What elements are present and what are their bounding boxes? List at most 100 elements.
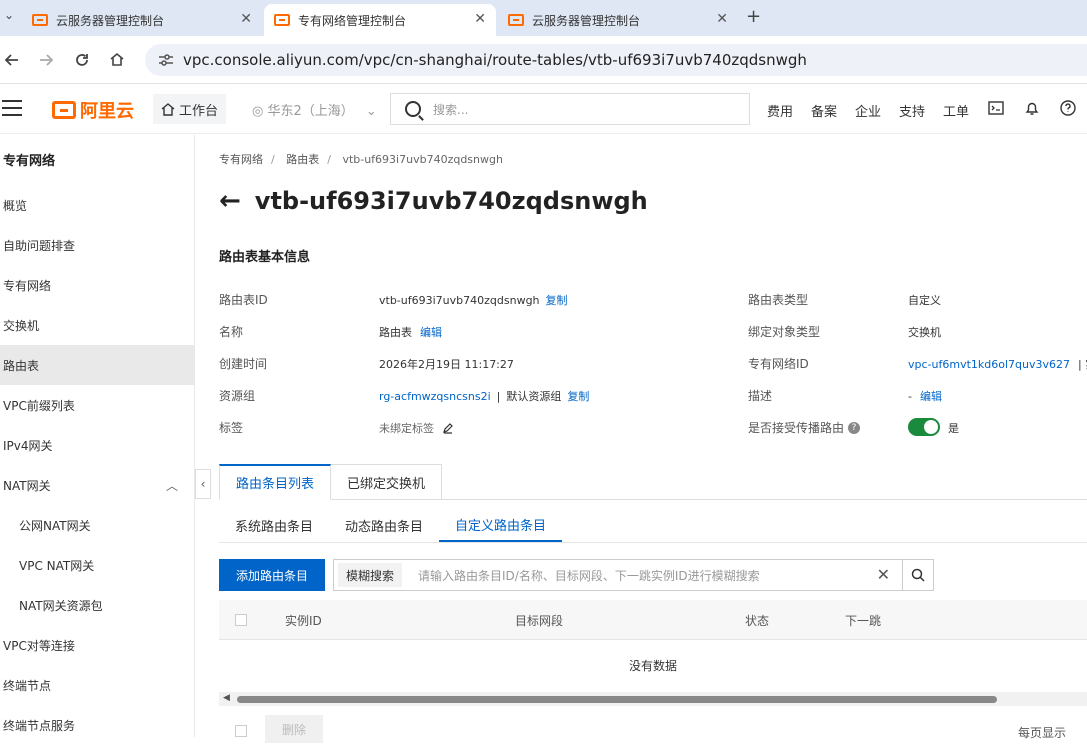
route-table-id-value: vtb-uf693i7uvb740zqdsnwgh 复制 (379, 292, 568, 308)
tags-label: 标签 (219, 421, 244, 435)
route-table-type-value: 自定义 (908, 292, 941, 308)
aliyun-logo-icon (52, 101, 76, 119)
help-icon[interactable]: ? (848, 421, 861, 434)
browser-tab-ecs-2[interactable]: 云服务器管理控制台 ✕ (498, 4, 738, 36)
description-label: 描述 (748, 389, 773, 403)
sidebar-item-route-tables[interactable]: 路由表 (0, 345, 194, 385)
tab-close-icon[interactable]: ✕ (474, 11, 486, 27)
vpc-id-link[interactable]: vpc-uf6mvt1kd6ol7quv3v627 (908, 358, 1070, 371)
nav-billing[interactable]: 费用 (767, 101, 793, 120)
sidebar-item-label: 路由表 (3, 358, 40, 373)
subtab-custom-routes[interactable]: 自定义路由条目 (439, 508, 563, 542)
created-time-text: 2026年2月19日 11:17:27 (379, 358, 514, 371)
browser-tab-vpc[interactable]: 专有网络管理控制台 ✕ (264, 4, 496, 36)
tab-route-entries[interactable]: 路由条目列表 (219, 464, 332, 500)
sidebar-item-overview[interactable]: 概览 (0, 185, 194, 225)
sidebar-item-troubleshoot[interactable]: 自助问题排查 (0, 225, 194, 265)
tab-title: 云服务器管理控制台 (56, 13, 165, 28)
add-route-entry-button[interactable]: 添加路由条目 (219, 559, 325, 591)
copy-resource-group-link[interactable]: 复制 (567, 388, 589, 404)
vpc-id-label: 专有网络ID (748, 357, 809, 371)
delete-button[interactable]: 删除 (265, 715, 323, 743)
back-arrow-icon[interactable]: ← (219, 186, 241, 216)
sidebar-item-endpoint-service[interactable]: 终端节点服务 (0, 705, 194, 745)
menu-icon[interactable] (2, 100, 22, 121)
breadcrumb: 专有网络 / 路由表 / vtb-uf693i7uvb740zqdsnwgh (219, 153, 503, 166)
subtab-dynamic-routes[interactable]: 动态路由条目 (329, 508, 439, 542)
route-search-input[interactable]: 模糊搜索 请输入路由条目ID/名称、目标网段、下一跳实例ID进行模糊搜索 ✕ (333, 559, 903, 591)
column-destination-cidr: 目标网段 (515, 614, 564, 628)
workbench-button[interactable]: 工作台 (153, 94, 227, 124)
route-table-id-label: 路由表ID (219, 293, 268, 307)
new-tab-button[interactable]: + (746, 6, 761, 27)
sidebar-item-label: 自助问题排查 (3, 238, 76, 253)
scrollbar-thumb[interactable] (237, 696, 997, 703)
nav-enterprise[interactable]: 企业 (855, 101, 881, 120)
clear-icon[interactable]: ✕ (877, 565, 890, 584)
tab-close-icon[interactable]: ✕ (716, 11, 728, 27)
browser-tab-ecs-1[interactable]: 云服务器管理控制台 ✕ (22, 4, 262, 36)
breadcrumb-route-tables[interactable]: 路由表 (286, 153, 319, 166)
sidebar-item-endpoint[interactable]: 终端节点 (0, 665, 194, 705)
nav-support[interactable]: 支持 (899, 101, 925, 120)
sidebar-item-ipv4-gateway[interactable]: IPv4网关 (0, 425, 194, 465)
address-bar-row: vpc.console.aliyun.com/vpc/cn-shanghai/r… (0, 36, 1087, 84)
sidebar-item-nat-package[interactable]: NAT网关资源包 (0, 585, 194, 625)
aliyun-logo[interactable]: 阿里云 (52, 97, 134, 123)
sidebar-item-nat-gateway[interactable]: NAT网关 ︿ (0, 465, 194, 505)
region-selector[interactable]: ◎ 华东2（上海） ⌄ (252, 100, 377, 119)
bell-icon[interactable] (1024, 100, 1040, 116)
tab-bound-vswitches[interactable]: 已绑定交换机 (331, 464, 443, 500)
resource-group-name: 默认资源组 (506, 390, 562, 403)
breadcrumb-current: vtb-uf693i7uvb740zqdsnwgh (342, 153, 503, 166)
url-bar[interactable]: vpc.console.aliyun.com/vpc/cn-shanghai/r… (145, 44, 1087, 76)
search-icon (405, 101, 421, 117)
sidebar-collapse-button[interactable]: ‹ (195, 469, 211, 499)
console-search-input[interactable]: 搜索... (390, 93, 750, 125)
search-mode-select[interactable]: 模糊搜索 (338, 563, 403, 587)
horizontal-scrollbar[interactable]: ◀ (219, 692, 1087, 706)
tab-search-icon[interactable]: ⌄ (4, 8, 14, 22)
sidebar-item-label: 公网NAT网关 (19, 518, 91, 533)
reload-icon[interactable] (74, 52, 90, 68)
footer-select-all-checkbox[interactable] (235, 725, 247, 737)
propagation-toggle[interactable] (908, 418, 940, 436)
nav-ticket[interactable]: 工单 (943, 101, 969, 120)
back-arrow-icon[interactable] (4, 52, 20, 68)
vpc-id-value: vpc-uf6mvt1kd6ol7quv3v627 | 实 (908, 356, 1087, 372)
select-all-checkbox[interactable] (235, 614, 247, 626)
sidebar-item-prefix-list[interactable]: VPC前缀列表 (0, 385, 194, 425)
search-placeholder: 搜索... (433, 102, 469, 117)
site-info-icon[interactable] (153, 53, 179, 67)
sidebar-item-vpc-peering[interactable]: VPC对等连接 (0, 625, 194, 665)
sidebar-item-vpc[interactable]: 专有网络 (0, 265, 194, 305)
nav-icp[interactable]: 备案 (811, 101, 837, 120)
search-placeholder: 请输入路由条目ID/名称、目标网段、下一跳实例ID进行模糊搜索 (418, 568, 760, 583)
forward-arrow-icon[interactable] (38, 52, 54, 68)
pencil-icon[interactable] (442, 422, 454, 434)
description-value: - 编辑 (908, 388, 942, 404)
bind-type-text: 交换机 (908, 326, 941, 339)
sidebar-item-vswitch[interactable]: 交换机 (0, 305, 194, 345)
edit-description-link[interactable]: 编辑 (920, 388, 942, 404)
sidebar-item-label: IPv4网关 (3, 438, 53, 453)
terminal-icon[interactable] (988, 100, 1004, 116)
search-button[interactable] (902, 559, 934, 591)
breadcrumb-vpc[interactable]: 专有网络 (219, 153, 263, 166)
resource-group-id-link[interactable]: rg-acfmwzqsncsns2i (379, 390, 491, 403)
name-value: 路由表 编辑 (379, 324, 442, 340)
copy-id-link[interactable]: 复制 (546, 292, 568, 308)
scroll-left-icon[interactable]: ◀ (223, 693, 230, 703)
location-pin-icon: ◎ (252, 104, 268, 119)
subtab-label: 自定义路由条目 (455, 518, 547, 534)
tab-close-icon[interactable]: ✕ (240, 11, 252, 27)
sidebar-item-public-nat[interactable]: 公网NAT网关 (0, 505, 194, 545)
page-title: ← vtb-uf693i7uvb740zqdsnwgh (219, 186, 648, 216)
workbench-label: 工作台 (179, 103, 219, 119)
subtab-system-routes[interactable]: 系统路由条目 (219, 508, 329, 542)
edit-name-link[interactable]: 编辑 (420, 324, 442, 340)
sidebar-item-vpc-nat[interactable]: VPC NAT网关 (0, 545, 194, 585)
sidebar: 专有网络 概览 自助问题排查 专有网络 交换机 路由表 VPC前缀列表 IPv4… (0, 135, 195, 737)
help-icon[interactable] (1060, 100, 1076, 116)
home-icon[interactable] (109, 51, 125, 67)
